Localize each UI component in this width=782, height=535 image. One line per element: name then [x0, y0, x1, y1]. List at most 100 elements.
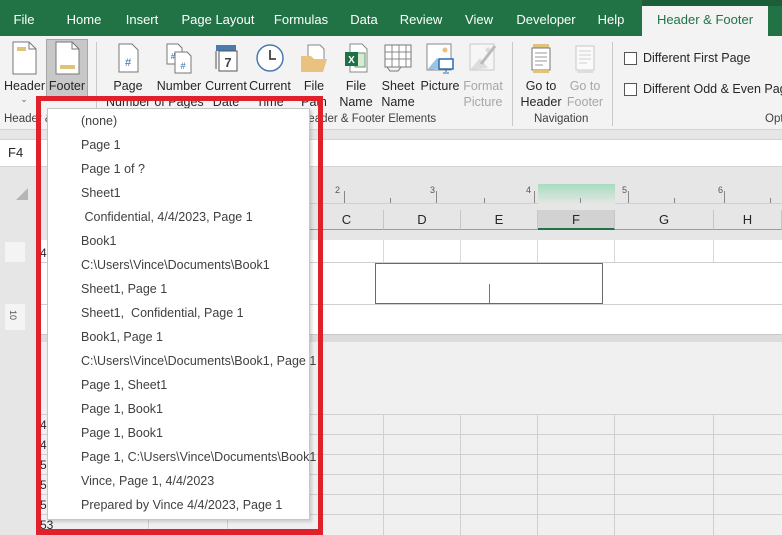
- tab-insert[interactable]: Insert: [120, 0, 164, 36]
- footer-page-icon: [51, 40, 83, 76]
- gridline: [537, 414, 538, 535]
- footer-option[interactable]: Page 1, Book1: [48, 397, 309, 421]
- tab-page-layout[interactable]: Page Layout: [178, 0, 258, 36]
- footer-option[interactable]: Page 1, Book1: [48, 421, 309, 445]
- ruler-tick: [580, 198, 581, 203]
- file-name-button[interactable]: X File Name: [338, 40, 374, 110]
- sheet-name-button[interactable]: Sheet Name: [378, 40, 418, 110]
- footer-option[interactable]: C:\Users\Vince\Documents\Book1, Page 1: [48, 349, 316, 373]
- tab-help[interactable]: Help: [592, 0, 630, 36]
- picture-button[interactable]: Picture: [420, 40, 460, 94]
- gridline: [713, 414, 714, 535]
- ruler-tick: [770, 198, 771, 203]
- gridline: [460, 240, 461, 262]
- svg-text:#: #: [180, 61, 185, 71]
- row-number[interactable]: 4: [40, 438, 47, 452]
- tab-formulas[interactable]: Formulas: [270, 0, 332, 36]
- ruler-tick: [390, 198, 391, 203]
- column-header-c[interactable]: C: [310, 210, 384, 230]
- footer-option[interactable]: Page 1, C:\Users\Vince\Documents\Book1: [48, 445, 316, 469]
- vertical-ruler: 10: [5, 238, 25, 338]
- svg-text:7: 7: [224, 55, 231, 70]
- file-name-label-1: File: [345, 79, 367, 93]
- tab-file[interactable]: File: [4, 0, 44, 36]
- row-number[interactable]: 5: [40, 458, 47, 472]
- footer-option[interactable]: Prepared by Vince 4/4/2023, Page 1: [48, 493, 309, 517]
- number-of-pages-button[interactable]: # # Number of Pages: [154, 40, 204, 110]
- footer-option[interactable]: Book1, Page 1: [48, 325, 309, 349]
- checkbox-label: Different Odd & Even Pages: [643, 82, 782, 96]
- go-to-footer-button[interactable]: Go to Footer: [564, 40, 606, 110]
- svg-text:#: #: [125, 57, 132, 69]
- tab-developer[interactable]: Developer: [512, 0, 580, 36]
- tab-home[interactable]: Home: [60, 0, 108, 36]
- current-date-button[interactable]: 7 Current Date: [204, 40, 248, 110]
- current-date-label-1: Current: [205, 79, 247, 93]
- gridline: [383, 240, 384, 262]
- file-path-label-1: File: [303, 79, 325, 93]
- go-to-footer-label-2: Footer: [566, 95, 604, 109]
- svg-text:X: X: [348, 55, 355, 66]
- ruler-number: 6: [718, 185, 724, 195]
- different-odd-even-pages-checkbox[interactable]: Different Odd & Even Pages: [624, 82, 782, 96]
- ruler-tick: [674, 198, 675, 203]
- ruler-number: 2: [335, 185, 341, 195]
- footer-option[interactable]: C:\Users\Vince\Documents\Book1: [48, 253, 309, 277]
- current-time-label-1: Current: [249, 79, 291, 93]
- tab-data[interactable]: Data: [344, 0, 384, 36]
- current-time-button[interactable]: Current Time: [248, 40, 292, 110]
- go-to-footer-label-1: Go to: [569, 79, 601, 93]
- gridline: [614, 240, 615, 262]
- go-to-header-button[interactable]: Go to Header: [520, 40, 562, 110]
- group-separator: [512, 42, 513, 126]
- file-name-label-2: Name: [339, 95, 373, 109]
- footer-option[interactable]: Page 1 of ?: [48, 157, 309, 181]
- footer-option[interactable]: Sheet1: [48, 181, 309, 205]
- footer-option[interactable]: Vince, Page 1, 4/4/2023: [48, 469, 309, 493]
- footer-option[interactable]: Page 1, Sheet1: [48, 373, 309, 397]
- file-path-button[interactable]: File Path: [296, 40, 332, 110]
- checkbox-box[interactable]: [624, 51, 637, 65]
- tab-review[interactable]: Review: [396, 0, 446, 36]
- footer-option[interactable]: Sheet1, Confidential, Page 1: [48, 301, 309, 325]
- page-number-label-1: Page: [113, 79, 143, 93]
- footer-option[interactable]: Sheet1, Page 1: [48, 277, 309, 301]
- tab-view[interactable]: View: [460, 0, 498, 36]
- select-all-corner[interactable]: [16, 188, 28, 200]
- row-number[interactable]: 4: [40, 418, 47, 432]
- header-button[interactable]: Header ⌄: [4, 40, 45, 104]
- format-picture-button[interactable]: Format Picture: [460, 40, 506, 110]
- different-first-page-checkbox[interactable]: Different First Page: [624, 51, 750, 65]
- footer-button[interactable]: Footer: [46, 39, 88, 99]
- row-number[interactable]: 53: [40, 518, 53, 532]
- checkbox-box[interactable]: [624, 82, 637, 96]
- go-to-header-label-1: Go to: [525, 79, 557, 93]
- go-to-header-icon: [525, 40, 557, 76]
- group-label-elements: Header & Footer Elements: [300, 113, 437, 125]
- column-header-h[interactable]: H: [714, 210, 782, 230]
- row-number[interactable]: 5: [40, 478, 47, 492]
- column-header-f[interactable]: F: [538, 210, 615, 230]
- ruler-tick: [724, 191, 725, 203]
- picture-icon: [424, 40, 456, 76]
- column-header-e[interactable]: E: [461, 210, 538, 230]
- sheet-name-label-2: Name: [381, 95, 415, 109]
- footer-option[interactable]: (none): [48, 109, 309, 133]
- group-separator: [612, 42, 613, 126]
- page-number-button[interactable]: # Page Number: [106, 40, 150, 110]
- footer-option[interactable]: Page 1: [48, 133, 309, 157]
- ruler-number: 3: [430, 185, 436, 195]
- ruler-tick: [436, 191, 437, 203]
- footer-center-section[interactable]: [375, 263, 603, 304]
- row-number[interactable]: 4: [40, 246, 47, 260]
- row-number[interactable]: 5: [40, 498, 47, 512]
- column-header-d[interactable]: D: [384, 210, 461, 230]
- footer-option[interactable]: Book1: [48, 229, 309, 253]
- footer-option[interactable]: Confidential, 4/4/2023, Page 1: [48, 205, 309, 229]
- column-header-g[interactable]: G: [615, 210, 714, 230]
- ruler-tick: [628, 191, 629, 203]
- go-to-footer-icon: [569, 40, 601, 76]
- gridline: [460, 414, 461, 535]
- tab-header-footer[interactable]: Header & Footer: [642, 6, 768, 36]
- ruler-number: 4: [526, 185, 532, 195]
